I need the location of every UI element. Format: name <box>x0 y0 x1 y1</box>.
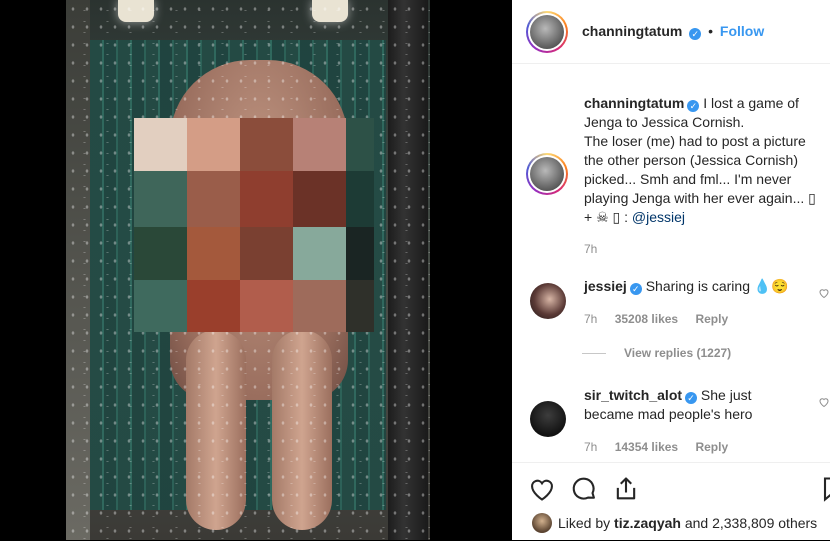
liker-username[interactable]: tiz.zaqyah <box>614 515 681 531</box>
caption-username[interactable]: channingtatum <box>584 95 684 111</box>
comment-likes[interactable]: 35208 likes <box>615 312 678 326</box>
reply-button[interactable]: Reply <box>695 312 728 326</box>
caption-line: + ☠ ▯ : <box>584 209 632 225</box>
replies-divider <box>582 353 606 354</box>
mosaic-tile <box>346 280 374 332</box>
mosaic-tile <box>187 227 240 280</box>
mosaic-tile <box>187 171 240 227</box>
follow-button[interactable]: Follow <box>720 23 764 39</box>
author-avatar[interactable] <box>526 11 568 53</box>
mosaic-tile <box>240 227 293 280</box>
comment-like-icon[interactable] <box>818 287 830 299</box>
likes-count[interactable]: and 2,338,809 others <box>685 515 817 531</box>
mosaic-tile <box>346 227 374 280</box>
mosaic-tile <box>187 118 240 171</box>
comment-text: Sharing is caring 💧😌 <box>645 278 789 294</box>
mosaic-tile <box>134 118 187 171</box>
caption-line: the other person (Jessica Cornish) <box>584 152 798 168</box>
likes-summary: Liked by tiz.zaqyah and 2,338,809 others <box>558 515 817 531</box>
mosaic-tile <box>293 280 346 332</box>
comment-avatar[interactable] <box>530 401 566 437</box>
bookmark-icon[interactable] <box>818 475 830 503</box>
post-side-panel: channingtatum ✓ • Follow channingtatum ✓ … <box>512 0 830 540</box>
caption-timestamp[interactable]: 7h <box>584 242 597 256</box>
photo-pane <box>0 0 512 540</box>
comment-likes[interactable]: 14354 likes <box>615 440 678 454</box>
author-username[interactable]: channingtatum <box>582 23 682 39</box>
mosaic-tile <box>293 118 346 171</box>
caption-line: Jenga to Jessica Cornish. <box>584 114 745 130</box>
caption-avatar[interactable] <box>526 153 568 195</box>
reply-button[interactable]: Reply <box>695 440 728 454</box>
comment-avatar[interactable] <box>530 283 566 319</box>
comment-icon[interactable] <box>570 475 598 503</box>
mosaic-tile <box>346 171 374 227</box>
action-bar: Liked by tiz.zaqyah and 2,338,809 others <box>512 462 830 541</box>
comment-time[interactable]: 7h <box>584 312 597 326</box>
comment-username[interactable]: jessiej <box>584 278 627 294</box>
post-caption: channingtatum ✓ I lost a game of Jenga to… <box>584 94 824 227</box>
caption-line: The loser (me) had to post a picture <box>584 133 806 149</box>
comment-item: jessiej ✓ Sharing is caring 💧😌 <box>584 277 824 296</box>
censor-mosaic <box>134 118 374 342</box>
likes-prefix: Liked by <box>558 515 611 531</box>
caption-line: picked... Smh and fml... I'm never <box>584 171 792 187</box>
comment-item: sir_twitch_alot ✓ She just became mad peo… <box>584 386 824 424</box>
separator-dot: • <box>708 23 714 39</box>
post-photo[interactable] <box>66 0 430 540</box>
mosaic-tile <box>134 227 187 280</box>
comment-text: She just <box>700 387 752 403</box>
heart-icon[interactable] <box>528 475 556 503</box>
mosaic-tile <box>240 280 293 332</box>
caption-line: I lost a game of <box>703 95 799 111</box>
comment-meta: 7h 14354 likes Reply <box>584 440 728 454</box>
comment-like-icon[interactable] <box>818 396 830 408</box>
liker-avatar[interactable] <box>532 513 552 533</box>
view-replies-button[interactable]: View replies (1227) <box>624 346 731 360</box>
mosaic-tile <box>293 171 346 227</box>
comment-time[interactable]: 7h <box>584 440 597 454</box>
verified-badge-icon: ✓ <box>629 283 642 295</box>
share-icon[interactable] <box>612 475 640 503</box>
comment-text: became mad people's hero <box>584 406 753 422</box>
mosaic-tile <box>346 118 374 171</box>
mosaic-tile <box>240 171 293 227</box>
verified-badge-icon: ✓ <box>687 100 700 112</box>
verified-badge-icon: ✓ <box>689 28 702 40</box>
mosaic-tile <box>134 171 187 227</box>
mosaic-tile <box>293 227 346 280</box>
verified-badge-icon: ✓ <box>685 392 698 404</box>
mention-link[interactable]: @jessiej <box>632 209 685 225</box>
post-header: channingtatum ✓ • Follow <box>512 0 830 64</box>
caption-line: playing Jenga with her ever again... ▯ <box>584 190 816 206</box>
comment-meta: 7h 35208 likes Reply <box>584 312 728 326</box>
mosaic-tile <box>240 118 293 171</box>
mosaic-tile <box>134 280 187 332</box>
mosaic-tile <box>187 280 240 332</box>
comment-username[interactable]: sir_twitch_alot <box>584 387 682 403</box>
